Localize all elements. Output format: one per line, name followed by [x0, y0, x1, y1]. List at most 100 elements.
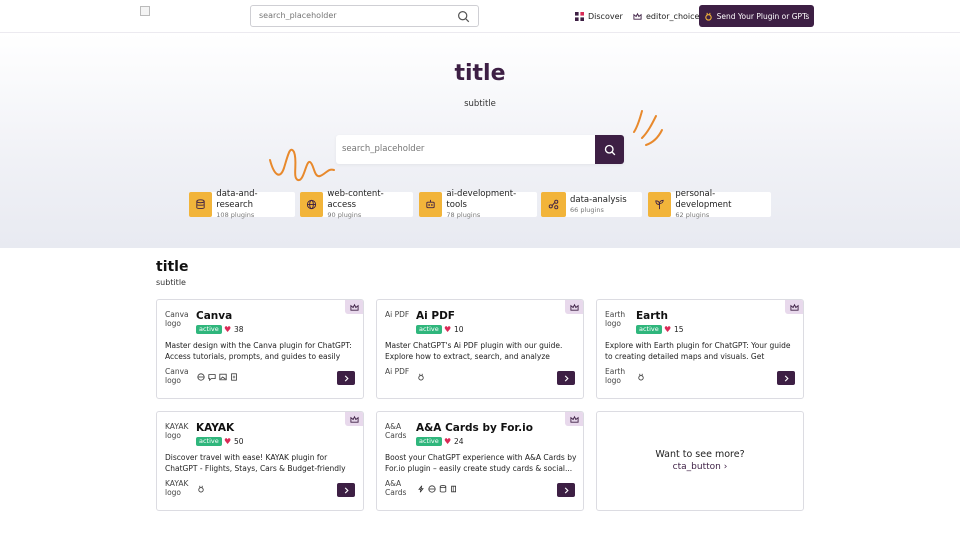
plugin-description: Boost your ChatGPT experience with A&A C…	[385, 453, 577, 473]
tool-icons	[417, 373, 425, 381]
cta-label: cta_button	[672, 462, 721, 472]
site-logo[interactable]	[140, 6, 150, 16]
plugin-description: Master design with the Canva plugin for …	[165, 341, 352, 361]
editor-choice-badge	[345, 412, 363, 426]
send-plugin-label: Send Your Plugin or GPTs	[716, 11, 810, 21]
like-count: 10	[454, 325, 464, 334]
nav-discover[interactable]: Discover	[575, 12, 623, 21]
heart-icon[interactable]: ♥	[224, 437, 231, 446]
heart-icon[interactable]: ♥	[224, 325, 231, 334]
open-plugin-button[interactable]	[557, 371, 575, 385]
squiggle-decoration-left	[269, 148, 335, 181]
plugin-logo-small: Ai PDF	[385, 367, 410, 376]
robot-icon	[426, 199, 435, 209]
plugin-card-kayak[interactable]: KAYAK logo KAYAK active ♥ 50 Discover tr…	[156, 411, 364, 511]
nav-editor-choice-label: editor_choice	[646, 12, 700, 21]
plugin-logo-small: KAYAK logo	[165, 479, 189, 497]
plugin-description: Explore with Earth plugin for ChatGPT: Y…	[605, 341, 791, 361]
plugin-icon	[638, 373, 644, 381]
category-name: data-analysis	[570, 194, 627, 205]
editor-choice-badge	[345, 300, 363, 314]
section-subtitle: subtitle	[156, 278, 186, 287]
plugin-icon	[704, 12, 712, 21]
grid-icon	[575, 12, 584, 21]
plugin-icon	[418, 373, 424, 381]
open-plugin-button[interactable]	[777, 371, 795, 385]
header-search-input[interactable]	[259, 11, 449, 20]
category-data-analysis[interactable]: data-analysis 66 plugins	[541, 192, 642, 217]
globe-icon	[428, 485, 436, 493]
category-count: 78 plugins	[446, 211, 481, 219]
plugin-card-ai-pdf[interactable]: Ai PDF Ai PDF active ♥ 10 Master ChatGPT…	[376, 299, 584, 399]
hero-section: title subtitle data-and-research108 plug…	[0, 33, 960, 248]
nav-editor-choice[interactable]: editor_choice	[633, 12, 699, 21]
plugin-name[interactable]: KAYAK	[196, 422, 234, 434]
image-icon	[219, 373, 227, 381]
like-count: 24	[454, 437, 464, 446]
plugin-name[interactable]: A&A Cards by For.io	[416, 422, 533, 434]
see-more-title: Want to see more?	[655, 449, 745, 460]
crown-icon	[569, 415, 579, 423]
plugin-card-earth[interactable]: Earth logo Earth active ♥ 15 Explore wit…	[596, 299, 804, 399]
chevron-right-icon	[564, 486, 569, 494]
chat-icon	[208, 374, 216, 381]
hero-title: title	[454, 61, 506, 86]
heart-icon[interactable]: ♥	[444, 437, 451, 446]
category-ai-development-tools[interactable]: ai-development-tools 78 plugins	[419, 189, 537, 219]
search-icon[interactable]	[457, 10, 470, 23]
like-count: 38	[234, 325, 244, 334]
plugin-name[interactable]: Canva	[196, 310, 232, 322]
category-personal-development[interactable]: personal-development 62 plugins	[648, 189, 771, 219]
tool-icons	[417, 485, 458, 493]
status-badge: active	[416, 325, 442, 334]
category-data-and-research[interactable]: data-and-research 108 plugins	[189, 189, 295, 219]
document-icon	[231, 373, 237, 381]
open-plugin-button[interactable]	[557, 483, 575, 497]
crown-icon	[633, 12, 642, 20]
see-more-cta-button[interactable]: cta_button ›	[597, 462, 803, 472]
editor-choice-badge	[565, 300, 583, 314]
plugin-logo-small: Canva logo	[165, 367, 189, 385]
plugin-card-canva[interactable]: Canva logo Canva active ♥ 38 Master desi…	[156, 299, 364, 399]
category-web-content-access[interactable]: web-content-access 90 plugins	[300, 189, 413, 219]
hero-search-button[interactable]	[595, 135, 624, 164]
heart-icon[interactable]: ♥	[444, 325, 451, 334]
plugin-logo: A&A Cards	[385, 422, 407, 440]
category-count: 66 plugins	[570, 205, 604, 214]
category-count: 108 plugins	[216, 211, 255, 219]
tool-icons	[197, 485, 205, 493]
status-badge: active	[636, 325, 662, 334]
header-search-box[interactable]	[250, 5, 479, 27]
open-plugin-button[interactable]	[337, 371, 355, 385]
editor-choice-badge	[785, 300, 803, 314]
crown-icon	[569, 303, 579, 311]
plugin-logo-small: Earth logo	[605, 367, 626, 385]
hero-search-box[interactable]	[336, 135, 624, 164]
crown-icon	[789, 303, 799, 311]
share-nodes-icon	[548, 199, 559, 210]
nav-discover-label: Discover	[588, 12, 623, 21]
hero-search-input[interactable]	[342, 144, 582, 154]
like-count: 15	[674, 325, 684, 334]
open-plugin-button[interactable]	[337, 483, 355, 497]
tool-icons	[637, 373, 645, 381]
squiggle-decoration-right	[633, 110, 663, 146]
plugin-logo: Earth logo	[605, 310, 626, 328]
plugin-name[interactable]: Earth	[636, 310, 668, 322]
database-icon	[439, 485, 447, 493]
plugin-card-aa-cards[interactable]: A&A Cards A&A Cards by For.io active ♥ 2…	[376, 411, 584, 511]
chevron-right-icon	[344, 374, 349, 382]
plugin-logo: Canva logo	[165, 310, 189, 328]
globe-icon	[307, 199, 317, 210]
heart-icon[interactable]: ♥	[664, 325, 671, 334]
growth-icon	[655, 199, 664, 210]
plugin-logo: Ai PDF	[385, 310, 410, 319]
book-icon	[451, 485, 456, 493]
chevron-right-icon	[564, 374, 569, 382]
plugin-icon	[198, 485, 204, 493]
plugin-name[interactable]: Ai PDF	[416, 310, 455, 322]
plugin-description: Master ChatGPT's Ai PDF plugin with our …	[385, 341, 563, 361]
send-plugin-button[interactable]: Send Your Plugin or GPTs	[699, 5, 814, 27]
see-more-card: Want to see more? cta_button ›	[596, 411, 804, 511]
category-name: data-and-research	[216, 189, 258, 210]
